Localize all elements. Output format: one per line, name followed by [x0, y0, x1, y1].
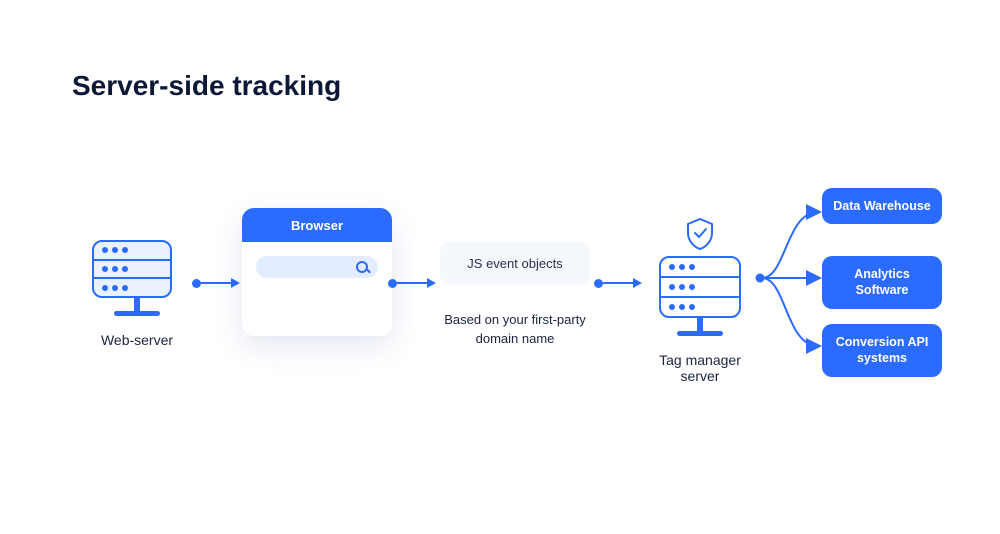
destination-analytics-software: Analytics Software: [822, 256, 942, 309]
js-event-sublabel: Based on your first-party domain name: [430, 311, 600, 349]
arrow-browser-to-jsevent: [388, 278, 436, 288]
browser-titlebar: Browser: [242, 208, 392, 242]
destination-data-warehouse: Data Warehouse: [822, 188, 942, 224]
js-event-box: JS event objects: [440, 242, 590, 285]
shield-check-icon: [686, 218, 714, 250]
destination-label: Data Warehouse: [833, 199, 930, 213]
node-browser: Browser: [242, 208, 392, 336]
tag-manager-label: Tag manager server: [645, 352, 755, 384]
destination-label: Conversion API systems: [836, 335, 929, 365]
search-icon: [256, 256, 378, 278]
arrow-jsevent-to-tagmanager: [594, 278, 642, 288]
webserver-label: Web-server: [92, 332, 182, 348]
destination-conversion-api: Conversion API systems: [822, 324, 942, 377]
node-webserver: Web-server: [92, 240, 182, 348]
node-tag-manager: Tag manager server: [645, 218, 755, 384]
destination-label: Analytics Software: [854, 267, 910, 297]
server-icon: [659, 256, 741, 318]
page-title: Server-side tracking: [72, 70, 341, 102]
server-icon: [92, 240, 172, 298]
branch-arrows: [756, 190, 826, 380]
node-js-event: JS event objects Based on your first-par…: [430, 242, 600, 349]
js-event-label: JS event objects: [467, 256, 562, 271]
diagram-stage: Web-server Browser JS event objects Base…: [0, 190, 1000, 450]
arrow-webserver-to-browser: [192, 278, 240, 288]
browser-title-text: Browser: [291, 218, 343, 233]
